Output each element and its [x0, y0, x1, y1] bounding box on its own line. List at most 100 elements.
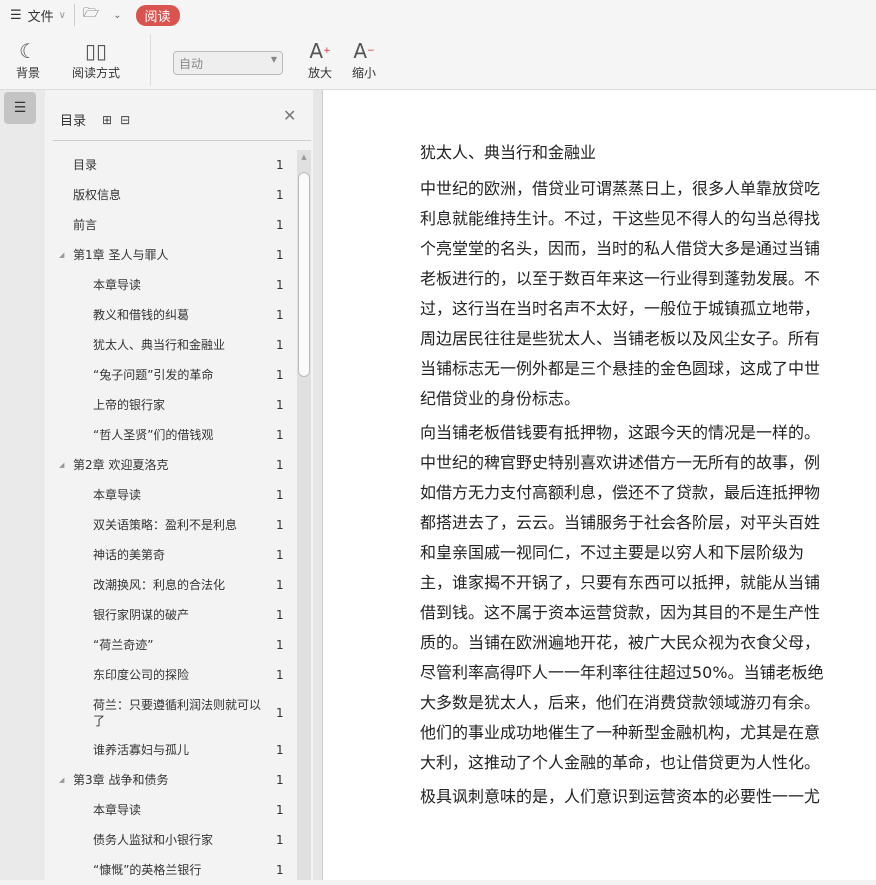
file-menu[interactable]: 文件: [28, 6, 54, 25]
toc-item[interactable]: 债务人监狱和小银行家 1: [45, 825, 295, 855]
toc-item-label: 前言: [73, 218, 98, 232]
font-size-select[interactable]: 自动 ▼: [173, 51, 283, 75]
toc-item-label: “慷慨”的英格兰银行: [93, 863, 202, 877]
toc-item-label: 谁养活寡妇与孤儿: [93, 743, 190, 757]
toc-item-label: 改潮换风：利息的合法化: [93, 578, 226, 592]
side-strip: ☰: [0, 90, 45, 880]
toc-item-page: 1: [276, 803, 284, 817]
toc-item[interactable]: 东印度公司的探险 1: [45, 660, 295, 690]
toc-item-page: 1: [276, 308, 284, 322]
paragraph: 向当铺老板借钱要有抵押物，这跟今天的情况是一样的。中世纪的稗官野史特别喜欢讲述借…: [420, 423, 824, 772]
zoom-out-label: 缩小: [352, 66, 377, 80]
toc-item[interactable]: 上帝的银行家 1: [45, 390, 295, 420]
toc-item[interactable]: 改潮换风：利息的合法化 1: [45, 570, 295, 600]
toc-item[interactable]: 谁养活寡妇与孤儿 1: [45, 735, 295, 765]
toc-item-page: 1: [276, 638, 284, 652]
toc-item-page: 1: [276, 428, 284, 442]
toc-item-label: 犹太人、典当行和金融业: [93, 338, 226, 352]
toc-item[interactable]: 双关语策略：盈利不是利息 1: [45, 510, 295, 540]
toc-item-page: 1: [276, 158, 284, 172]
divider: [74, 4, 75, 26]
dropdown-icon[interactable]: ⌄: [113, 10, 121, 21]
toc-item[interactable]: 前言 1: [45, 210, 295, 240]
toc-item[interactable]: 银行家阴谋的破产 1: [45, 600, 295, 630]
toc-item[interactable]: ◢ 第2章 欢迎夏洛克 1: [45, 450, 295, 480]
toc-item[interactable]: “荷兰奇迹” 1: [45, 630, 295, 660]
toc-item[interactable]: 犹太人、典当行和金融业 1: [45, 330, 295, 360]
moon-icon: ☾: [19, 39, 37, 63]
toc-item[interactable]: 教义和借钱的纠葛 1: [45, 300, 295, 330]
reading-mode-button[interactable]: ▯▯ 阅读方式: [72, 38, 120, 81]
toc-item[interactable]: ◢ 第3章 战争和债务 1: [45, 765, 295, 795]
toc-item[interactable]: “兔子问题”引发的革命 1: [45, 360, 295, 390]
chevron-down-icon: ▼: [270, 55, 277, 64]
toc-item[interactable]: ◢ 第1章 圣人与罪人 1: [45, 240, 295, 270]
divider: [150, 34, 151, 86]
expand-triangle-icon[interactable]: ◢: [59, 776, 64, 784]
toc-item-label: “兔子问题”引发的革命: [93, 368, 214, 382]
toc-item-label: 第3章 战争和债务: [73, 773, 169, 787]
toc-item-label: 双关语策略：盈利不是利息: [93, 518, 238, 532]
toc-toggle-button[interactable]: ☰: [4, 92, 36, 124]
toc-item-label: 债务人监狱和小银行家: [93, 833, 214, 847]
paragraph: 中世纪的欧洲，借贷业可谓蒸蒸日上，很多人单靠放贷吃利息就能维持生计。不过，干这些…: [420, 179, 821, 408]
toc-item-page: 1: [276, 218, 284, 232]
toc-item-label: 第1章 圣人与罪人: [73, 248, 169, 262]
toc-item[interactable]: 目录 1: [45, 150, 295, 180]
toc-item[interactable]: 本章导读 1: [45, 270, 295, 300]
reading-mode-label: 阅读方式: [72, 66, 121, 80]
background-label: 背景: [16, 66, 41, 80]
toc-item-label: 教义和借钱的纠葛: [93, 308, 190, 322]
close-icon[interactable]: ✕: [283, 106, 296, 125]
panel-divider[interactable]: [313, 90, 323, 880]
toc-item-page: 1: [276, 338, 284, 352]
toc-item-page: 1: [276, 278, 284, 292]
chevron-down-icon[interactable]: ∨: [59, 10, 66, 21]
toc-item-page: 1: [276, 578, 284, 592]
toc-item-page: 1: [276, 248, 284, 262]
toc-item[interactable]: “慷慨”的英格兰银行 1: [45, 855, 295, 885]
background-button[interactable]: ☾ 背景: [16, 38, 40, 81]
toc-item-page: 1: [276, 488, 284, 502]
toc-item-page: 1: [276, 458, 284, 472]
toc-title: 目录: [60, 114, 87, 129]
toc-item-label: 版权信息: [73, 188, 122, 202]
toc-item-label: 银行家阴谋的破产: [93, 608, 190, 622]
zoom-in-button[interactable]: A + 放大: [308, 38, 332, 81]
divider: [53, 140, 311, 141]
toc-item-page: 1: [276, 518, 284, 532]
toc-item-label: 第2章 欢迎夏洛克: [73, 458, 169, 472]
toc-item[interactable]: 神话的美第奇 1: [45, 540, 295, 570]
expand-triangle-icon[interactable]: ◢: [59, 251, 64, 259]
toc-item[interactable]: 荷兰：只要遵循利润法则就可以了 1: [45, 690, 295, 735]
book-icon: ▯▯: [85, 39, 108, 63]
scrollbar-thumb[interactable]: [298, 172, 310, 377]
toc-item[interactable]: 本章导读 1: [45, 795, 295, 825]
expand-triangle-icon[interactable]: ◢: [59, 461, 64, 469]
menu-icon[interactable]: ☰: [10, 8, 22, 23]
toc-item[interactable]: “哲人圣贤”们的借钱观 1: [45, 420, 295, 450]
collapse-all-icon[interactable]: ⊟: [120, 113, 130, 127]
toc-item-page: 1: [276, 668, 284, 682]
toc-panel: 目录 ⊞ ⊟ ✕ 目录 1 版权信息 1 前言 1 ◢ 第1章 圣人与罪人 1 本章导读 1 教义和借…: [45, 90, 313, 880]
scrollbar[interactable]: ▲: [297, 150, 311, 880]
zoom-out-button[interactable]: A − 缩小: [352, 38, 376, 81]
read-mode-badge[interactable]: 阅读: [135, 4, 180, 26]
list-icon: ☰: [13, 100, 27, 116]
folder-open-icon[interactable]: 🗁: [83, 4, 99, 26]
toc-item-page: 1: [276, 833, 284, 847]
scroll-up-icon[interactable]: ▲: [297, 153, 311, 161]
expand-all-icon[interactable]: ⊞: [102, 113, 112, 127]
toc-item-page: 1: [276, 368, 284, 382]
toc-item-page: 1: [276, 705, 284, 720]
toc-item-page: 1: [276, 773, 284, 787]
paragraph: 极具讽刺意味的是，人们意识到运营资本的必要性一一尤: [420, 787, 821, 806]
toc-item[interactable]: 版权信息 1: [45, 180, 295, 210]
zoom-in-label: 放大: [308, 66, 333, 80]
toc-item-label: 本章导读: [93, 488, 142, 502]
toc-item-page: 1: [276, 398, 284, 412]
font-increase-icon: A +: [309, 39, 331, 63]
toc-item-label: 本章导读: [93, 278, 142, 292]
toc-item[interactable]: 本章导读 1: [45, 480, 295, 510]
toc-item-label: “哲人圣贤”们的借钱观: [93, 428, 214, 442]
